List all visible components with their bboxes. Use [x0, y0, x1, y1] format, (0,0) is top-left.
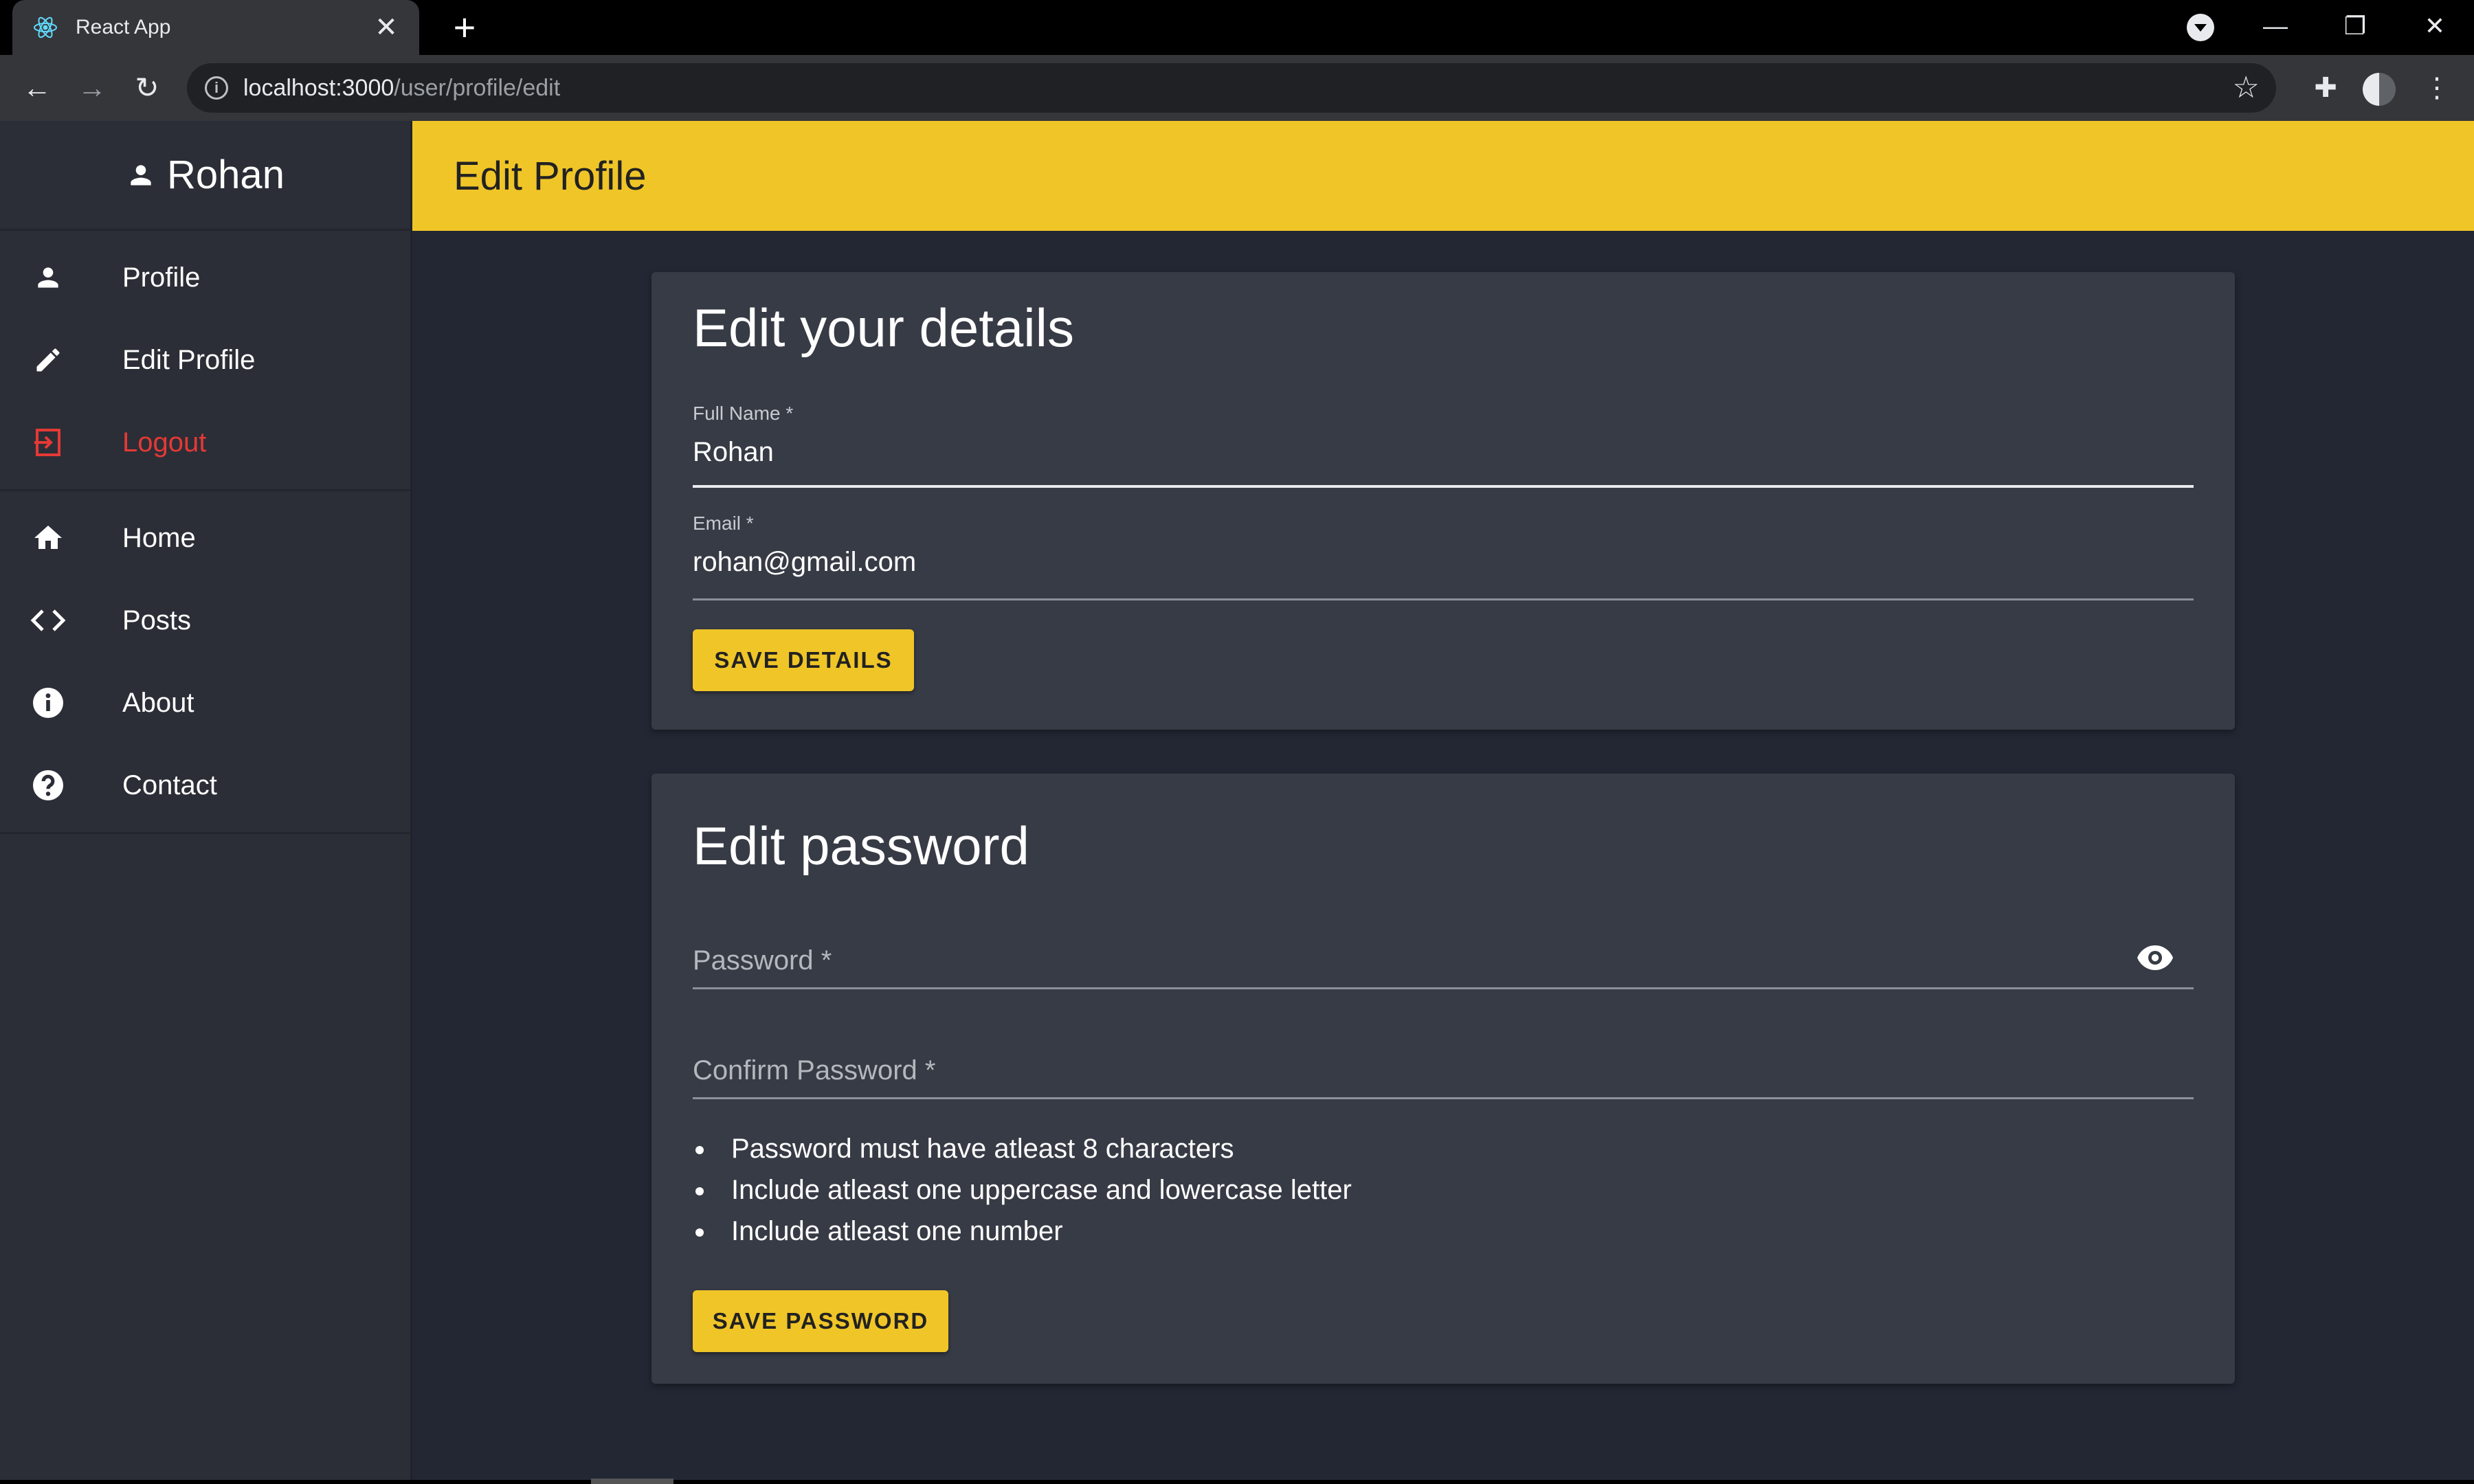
horizontal-scrollbar[interactable]	[591, 1479, 673, 1484]
tab-search-icon[interactable]	[2187, 14, 2214, 41]
full-name-label: Full Name *	[693, 403, 794, 424]
email-label: Email *	[693, 513, 754, 534]
password-rules-list: Password must have atleast 8 characters …	[693, 1128, 1352, 1252]
extensions-icon[interactable]: ✚	[2305, 67, 2346, 109]
sidebar-item-label: Contact	[122, 769, 217, 800]
sidebar-item-home[interactable]: Home	[0, 497, 410, 579]
close-window-button[interactable]: ✕	[2411, 5, 2459, 47]
sidebar-item-edit-profile[interactable]: Edit Profile	[0, 319, 410, 401]
url-text[interactable]: localhost:3000/user/profile/edit	[243, 75, 560, 102]
react-logo-icon	[34, 16, 57, 38]
sidebar: Rohan Profile Edit Profile Logout Home P…	[0, 121, 412, 1480]
sidebar-item-label: Profile	[122, 262, 201, 293]
sidebar-nav-section: Home Posts About Contact	[0, 491, 410, 834]
tab-title: React App	[76, 16, 171, 38]
page-header: Edit Profile	[412, 121, 2474, 231]
person-icon	[131, 164, 151, 186]
sidebar-item-label: About	[122, 687, 194, 718]
sidebar-item-label: Logout	[122, 427, 207, 458]
restore-button[interactable]: ❐	[2331, 5, 2379, 47]
sidebar-account-section: Profile Edit Profile Logout	[0, 231, 410, 491]
sidebar-user-name: Rohan	[167, 153, 285, 197]
confirm-password-field[interactable]: Confirm Password *	[693, 1037, 2194, 1099]
pencil-icon	[29, 341, 67, 379]
window-bottom-edge	[0, 1480, 2474, 1484]
eye-icon[interactable]	[2136, 944, 2174, 971]
password-input[interactable]: Password *	[693, 945, 832, 976]
save-password-button[interactable]: SAVE PASSWORD	[693, 1290, 948, 1352]
list-item: Include atleast one number	[693, 1211, 1352, 1252]
sidebar-item-label: Home	[122, 522, 196, 553]
email-field[interactable]: Email * rohan@gmail.com	[693, 513, 2194, 600]
app-root: Rohan Profile Edit Profile Logout Home P…	[0, 121, 2474, 1480]
back-button[interactable]: ←	[16, 67, 58, 109]
person-icon	[29, 258, 67, 297]
save-details-button[interactable]: SAVE DETAILS	[693, 629, 914, 691]
info-icon	[29, 684, 67, 722]
address-bar[interactable]: i localhost:3000/user/profile/edit ☆	[187, 63, 2276, 113]
logout-icon	[29, 423, 67, 462]
full-name-field[interactable]: Full Name * Rohan	[693, 403, 2194, 488]
url-host: localhost:3000	[243, 74, 394, 101]
sidebar-item-about[interactable]: About	[0, 662, 410, 744]
browser-menu-icon[interactable]: ⋮	[2416, 67, 2458, 109]
list-item: Include atleast one uppercase and lowerc…	[693, 1169, 1352, 1211]
list-item: Password must have atleast 8 characters	[693, 1128, 1352, 1169]
full-name-input[interactable]: Rohan	[693, 437, 774, 468]
forward-button[interactable]: →	[71, 67, 113, 109]
email-input[interactable]: rohan@gmail.com	[693, 547, 916, 578]
sidebar-item-label: Posts	[122, 605, 192, 636]
sidebar-item-posts[interactable]: Posts	[0, 579, 410, 662]
sidebar-item-logout[interactable]: Logout	[0, 401, 410, 484]
help-icon	[29, 766, 67, 805]
minimize-button[interactable]: —	[2251, 5, 2299, 47]
home-icon	[29, 519, 67, 557]
page-title: Edit Profile	[454, 153, 647, 199]
reload-button[interactable]: ↻	[126, 67, 168, 109]
confirm-password-input[interactable]: Confirm Password *	[693, 1055, 935, 1086]
sidebar-item-contact[interactable]: Contact	[0, 744, 410, 827]
browser-tab[interactable]: React App ✕	[12, 0, 419, 55]
edit-details-card: Edit your details Full Name * Rohan Emai…	[651, 272, 2235, 730]
details-card-title: Edit your details	[693, 297, 1074, 358]
new-tab-button[interactable]: +	[447, 8, 482, 47]
sidebar-item-label: Edit Profile	[122, 344, 256, 375]
sidebar-item-profile[interactable]: Profile	[0, 236, 410, 319]
sidebar-user-header: Rohan	[0, 121, 410, 231]
tab-close-icon[interactable]: ✕	[372, 14, 400, 41]
password-field[interactable]: Password *	[693, 928, 2194, 989]
url-path: /user/profile/edit	[394, 74, 561, 101]
site-info-icon[interactable]: i	[205, 76, 228, 100]
profile-avatar[interactable]	[2363, 73, 2396, 106]
code-icon	[29, 601, 67, 640]
browser-toolbar: ← → ↻ i localhost:3000/user/profile/edit…	[0, 55, 2474, 121]
browser-tab-bar: React App ✕ + — ❐ ✕	[0, 0, 2474, 55]
password-card-title: Edit password	[693, 816, 1029, 876]
edit-password-card: Edit password Password * Confirm Passwor…	[651, 774, 2235, 1384]
bookmark-star-icon[interactable]: ☆	[2233, 70, 2260, 106]
